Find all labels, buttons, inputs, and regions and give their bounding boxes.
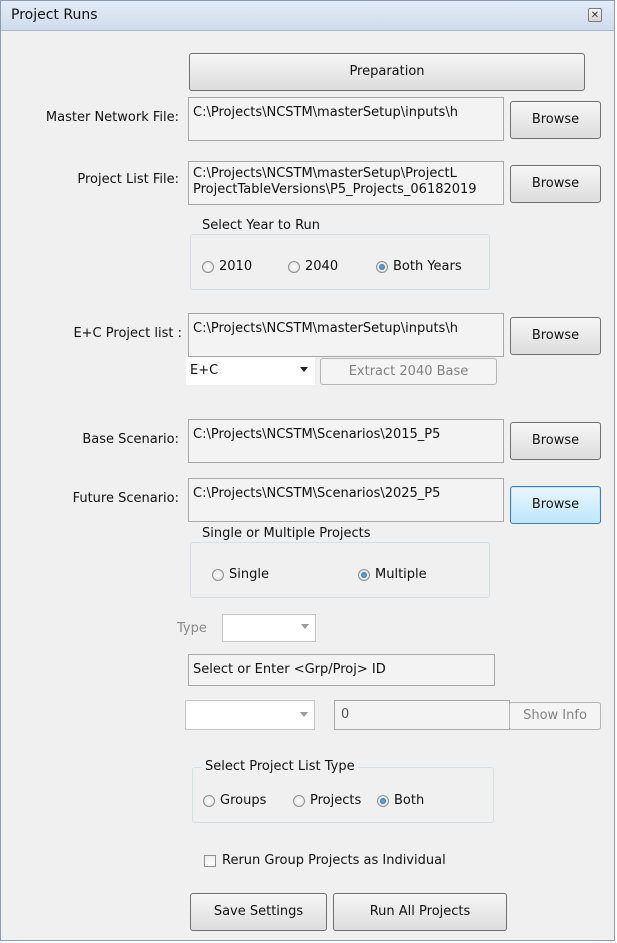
master-network-label: Master Network File: [45, 110, 179, 125]
radio-multiple[interactable]: Multiple [358, 567, 427, 582]
master-network-field[interactable]: C:\Projects\NCSTM\masterSetup\inputs\h [188, 97, 504, 141]
base-scenario-field[interactable]: C:\Projects\NCSTM\Scenarios\2015_P5 [188, 419, 504, 463]
ec-project-list-browse-button[interactable]: Browse [510, 317, 601, 355]
radio-both-years-circle [376, 260, 388, 273]
ec-dropdown[interactable]: E+C [186, 357, 315, 385]
rerun-checkbox-box [204, 854, 216, 867]
radio-projects-circle [293, 794, 305, 807]
type-label: Type [177, 621, 207, 636]
chevron-down-icon [301, 624, 309, 629]
project-list-file-line1: C:\Projects\NCSTM\masterSetup\ProjectL [193, 166, 457, 181]
year-group-legend: Select Year to Run [199, 218, 324, 233]
ec-project-list-field[interactable]: C:\Projects\NCSTM\masterSetup\inputs\h [188, 313, 504, 357]
radio-multiple-label: Multiple [375, 567, 427, 582]
radio-both-label: Both [394, 793, 425, 808]
single-multiple-legend: Single or Multiple Projects [199, 526, 374, 541]
radio-both-years-label: Both Years [393, 259, 462, 274]
radio-projects[interactable]: Projects [293, 793, 361, 808]
ec-project-list-label: E+C Project list : [73, 326, 182, 341]
project-runs-window: Project Runs ✕ Preparation Master Networ… [0, 0, 615, 941]
rerun-checkbox-label: Rerun Group Projects as Individual [222, 853, 446, 868]
title-bar: Project Runs ✕ [1, 1, 614, 31]
base-scenario-label: Base Scenario: [82, 432, 179, 447]
radio-groups-label: Groups [220, 793, 267, 808]
future-scenario-field[interactable]: C:\Projects\NCSTM\Scenarios\2025_P5 [188, 478, 504, 522]
close-icon[interactable]: ✕ [588, 8, 602, 22]
ec-dropdown-value: E+C [190, 363, 219, 378]
project-list-file-line2: ProjectTableVersions\P5_Projects_0618201… [193, 182, 477, 197]
radio-multiple-circle [358, 568, 370, 581]
future-scenario-browse-button[interactable]: Browse [510, 486, 601, 524]
radio-projects-label: Projects [310, 793, 362, 808]
base-scenario-browse-button[interactable]: Browse [510, 422, 601, 460]
radio-2040[interactable]: 2040 [288, 259, 338, 274]
rerun-checkbox[interactable]: Rerun Group Projects as Individual [204, 853, 446, 868]
project-list-browse-button[interactable]: Browse [510, 165, 601, 203]
radio-single-label: Single [229, 567, 269, 582]
show-info-button[interactable]: Show Info [509, 702, 601, 730]
preparation-button[interactable]: Preparation [189, 53, 585, 91]
grp-proj-prompt: Select or Enter <Grp/Proj> ID [188, 654, 495, 686]
radio-both-circle [377, 794, 389, 807]
radio-both-years[interactable]: Both Years [376, 259, 462, 274]
radio-2040-circle [288, 260, 300, 273]
radio-single-circle [212, 568, 224, 581]
radio-single[interactable]: Single [212, 567, 269, 582]
radio-2010-label: 2010 [219, 259, 253, 274]
radio-both[interactable]: Both [377, 793, 424, 808]
window-title: Project Runs [11, 7, 98, 23]
extract-2040-base-button[interactable]: Extract 2040 Base [320, 358, 497, 385]
radio-2010[interactable]: 2010 [202, 259, 252, 274]
future-scenario-label: Future Scenario: [72, 491, 179, 506]
chevron-down-icon [300, 712, 308, 717]
type-dropdown[interactable] [222, 614, 316, 642]
radio-groups-circle [203, 794, 215, 807]
master-network-browse-button[interactable]: Browse [510, 101, 601, 139]
list-type-legend: Select Project List Type [202, 759, 358, 774]
radio-2040-label: 2040 [305, 259, 339, 274]
id-value-field[interactable]: 0 [334, 700, 510, 730]
project-list-file-field[interactable]: C:\Projects\NCSTM\masterSetup\ProjectL P… [188, 161, 504, 205]
radio-groups[interactable]: Groups [203, 793, 266, 808]
project-list-file-label: Project List File: [77, 172, 179, 187]
radio-2010-circle [202, 260, 214, 273]
run-all-projects-button[interactable]: Run All Projects [333, 893, 507, 931]
save-settings-button[interactable]: Save Settings [190, 893, 327, 931]
chevron-down-icon [300, 367, 308, 372]
id-dropdown[interactable] [185, 700, 315, 730]
